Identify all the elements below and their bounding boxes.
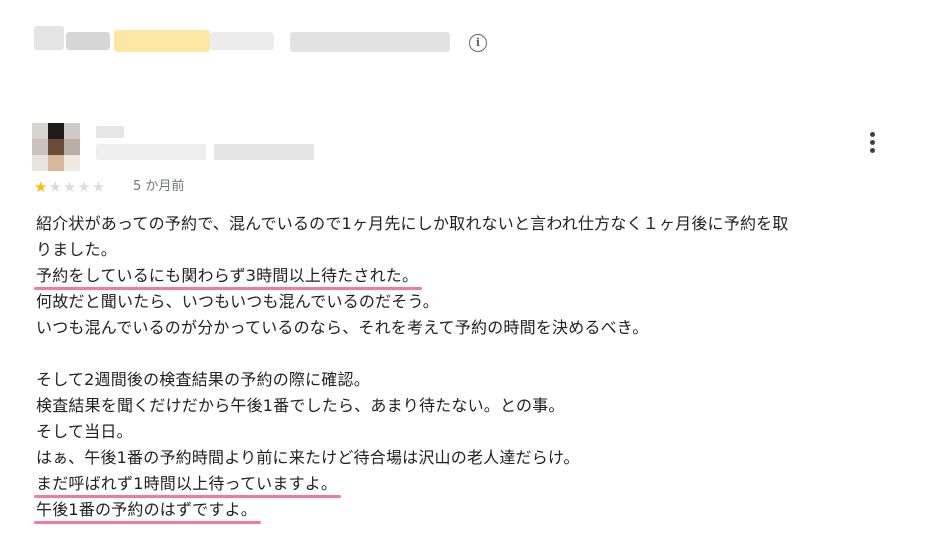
blurred-review-count — [290, 32, 450, 52]
review-line: そして2週間後の検査結果の予約の際に確認。 — [36, 370, 370, 389]
highlight-underline: 午後1番の予約のはずですよ。 — [34, 497, 261, 524]
star-empty-icon: ★ — [77, 178, 91, 196]
review-line: はぁ、午後1番の予約時間より前に来たけど待合場は沢山の老人達だらけ。 — [36, 448, 580, 467]
review-line: 何故だと聞いたら、いつもいつも混んでいるのだそう。 — [36, 292, 439, 311]
review-line-highlighted: 予約をしているにも関わらず3時間以上待たされた。 — [33, 263, 896, 290]
highlight-underline: まだ呼ばれず1時間以上待っていますよ。 — [33, 471, 342, 498]
review-star-rating: ★ ★ ★ ★ ★ — [34, 179, 105, 195]
highlight-underline: 予約をしているにも関わらず3時間以上待たされた。 — [33, 263, 423, 290]
review-line-highlighted: まだ呼ばれず1時間以上待っていますよ。 — [33, 471, 896, 498]
blurred-rating-value-2 — [66, 32, 110, 50]
review-line: いつも混んでいるのが分かっているのなら、それを考えて予約の時間を決めるべき。 — [36, 318, 649, 337]
review-line: りました。 — [36, 240, 118, 259]
blurred-rating-stars — [114, 30, 210, 52]
reviewer-meta-blurred — [96, 144, 206, 160]
info-icon[interactable]: i — [469, 34, 487, 52]
review-text: 紹介状があっての予約で、混んでいるので1ヶ月先にしか取れないと言われ仕方なく１ヶ… — [33, 211, 896, 524]
review-time: 5 か月前 — [133, 179, 185, 194]
star-empty-icon: ★ — [48, 178, 62, 196]
avatar[interactable] — [32, 123, 80, 171]
review-line-highlighted: 午後1番の予約のはずですよ。 — [34, 497, 896, 524]
more-vert-icon[interactable] — [862, 130, 882, 156]
review-line: 紹介状があっての予約で、混んでいるので1ヶ月先にしか取れないと言われ仕方なく１ヶ… — [36, 214, 789, 233]
reviewer-name-blurred[interactable] — [96, 126, 124, 138]
review-line: 検査結果を聞くだけだから午後1番でしたら、あまり待たない。との事。 — [36, 396, 565, 415]
star-empty-icon: ★ — [62, 178, 77, 196]
star-empty-icon: ★ — [91, 178, 106, 196]
blurred-rating-value — [34, 26, 64, 50]
star-filled-icon: ★ — [34, 178, 48, 196]
reviewer-meta-blurred-2 — [214, 144, 314, 160]
blurred-rating-stars-2 — [210, 32, 274, 50]
review-line: そして当日。 — [36, 422, 133, 441]
